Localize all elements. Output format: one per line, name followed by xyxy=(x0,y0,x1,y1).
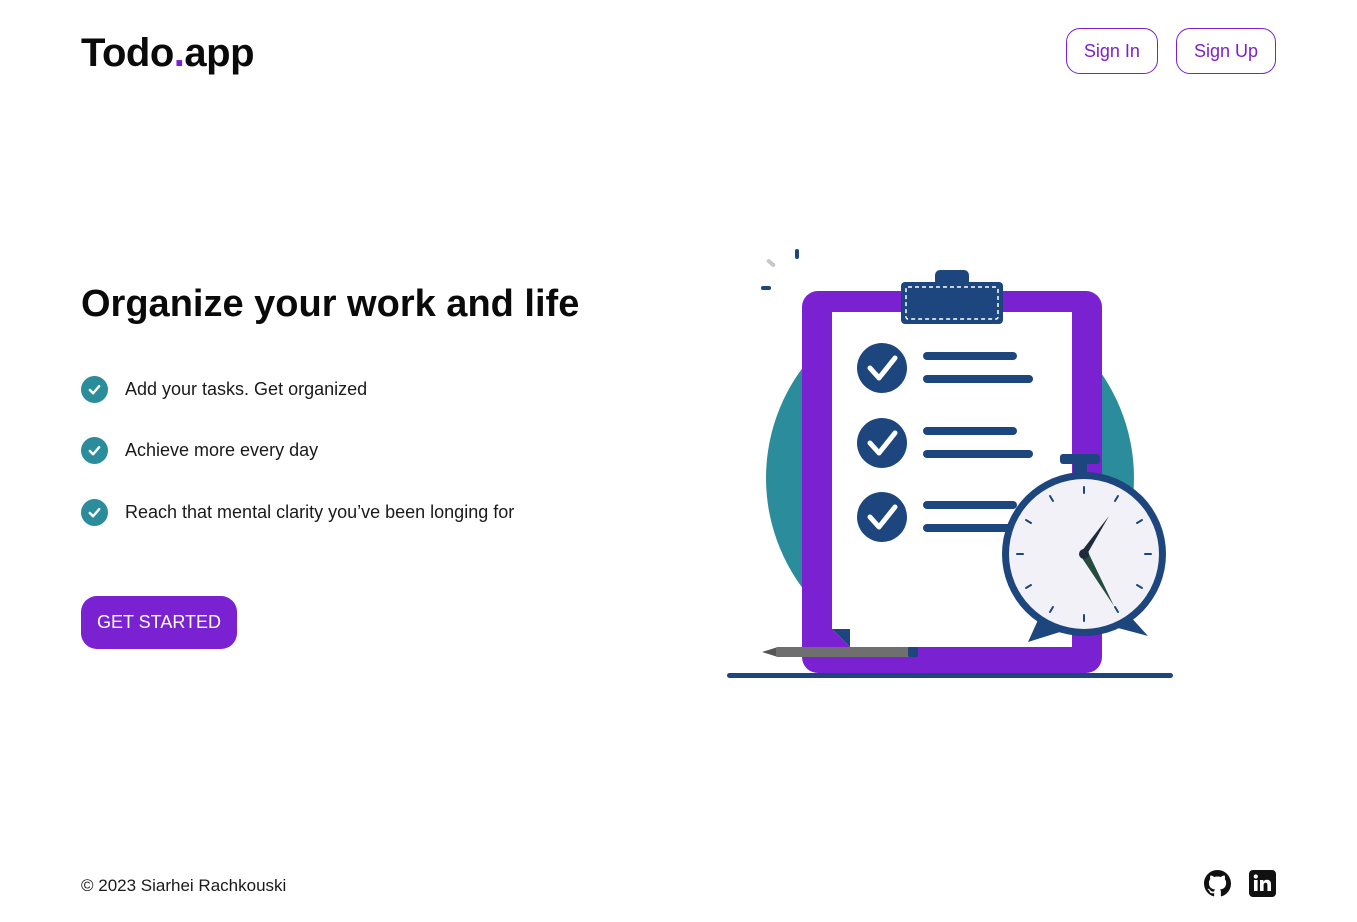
auth-buttons: Sign In Sign Up xyxy=(1065,28,1276,74)
clipboard-stopwatch-illustration xyxy=(720,240,1180,690)
logo-dot: . xyxy=(173,31,185,75)
feature-text: Add your tasks. Get organized xyxy=(125,378,368,399)
logo-suffix: app xyxy=(184,31,255,75)
feature-item: Reach that mental clarity you’ve been lo… xyxy=(81,497,514,527)
header: Todo.app Sign In Sign Up xyxy=(81,28,1276,76)
logo[interactable]: Todo.app xyxy=(81,30,255,76)
linkedin-icon[interactable] xyxy=(1249,870,1276,897)
github-icon[interactable] xyxy=(1204,870,1231,897)
social-links xyxy=(1204,870,1276,897)
logo-main: Todo xyxy=(81,31,174,75)
check-circle-icon xyxy=(81,375,108,403)
feature-text: Achieve more every day xyxy=(125,440,319,460)
feature-list: Add your tasks. Get organized Achieve mo… xyxy=(81,374,514,559)
sign-in-button[interactable]: Sign In xyxy=(1065,28,1158,74)
copyright-text: © 2023 Siarhei Rachkouski xyxy=(81,876,287,895)
sign-up-button[interactable]: Sign Up xyxy=(1175,28,1276,74)
feature-text: Reach that mental clarity you’ve been lo… xyxy=(125,501,515,522)
check-circle-icon xyxy=(81,437,108,464)
feature-item: Achieve more every day xyxy=(81,436,514,466)
feature-item: Add your tasks. Get organized xyxy=(81,374,514,404)
check-circle-icon xyxy=(81,498,108,526)
get-started-button[interactable]: GET STARTED xyxy=(81,596,237,649)
hero-title: Organize your work and life xyxy=(81,283,580,325)
footer: © 2023 Siarhei Rachkouski xyxy=(81,870,1276,900)
